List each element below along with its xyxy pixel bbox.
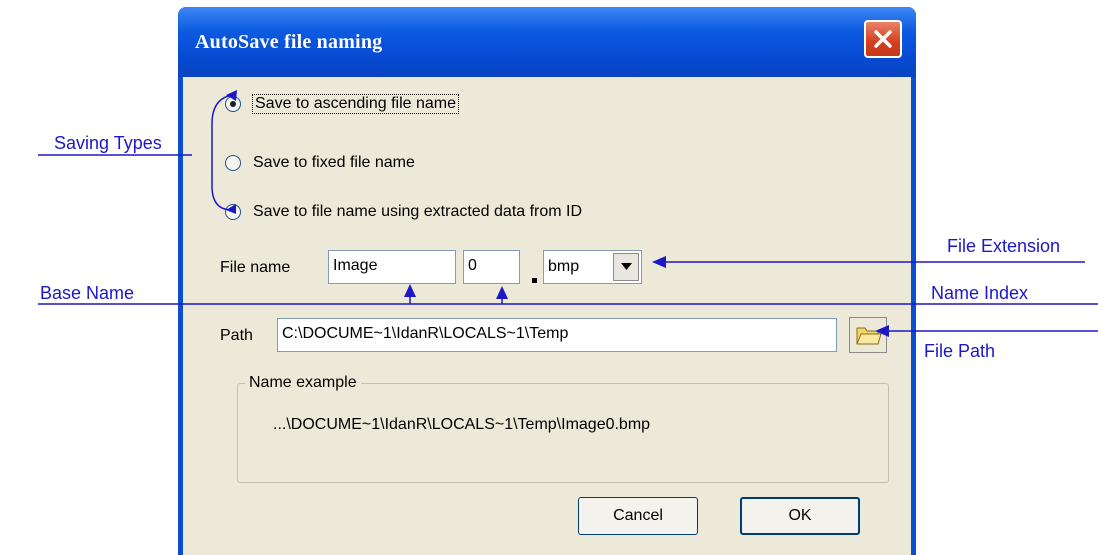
radio-ascending[interactable]: Save to ascending file name: [225, 90, 460, 118]
annotation-saving-types: Saving Types: [54, 133, 162, 153]
radio-fixed[interactable]: Save to fixed file name: [225, 149, 415, 177]
path-input[interactable]: C:\DOCUME~1\IdanR\LOCALS~1\Temp: [277, 318, 837, 352]
radio-label: Save to file name using extracted data f…: [253, 203, 583, 220]
ok-button[interactable]: OK: [740, 497, 860, 535]
extension-separator: [532, 278, 537, 283]
dialog-title: AutoSave file naming: [195, 31, 383, 53]
extension-select[interactable]: bmp: [543, 250, 642, 284]
radio-label: Save to ascending file name: [251, 94, 460, 114]
extension-value: bmp: [548, 258, 580, 275]
close-button[interactable]: [864, 20, 902, 58]
base-name-input[interactable]: Image: [328, 250, 456, 284]
radio-label: Save to fixed file name: [253, 154, 415, 171]
dialog-window: AutoSave file naming Save to ascending f…: [178, 7, 916, 555]
annotation-base-name: Base Name: [40, 283, 135, 303]
annotation-name-index: Name Index: [931, 283, 1029, 303]
file-name-label: File name: [220, 259, 291, 276]
radio-button[interactable]: [225, 204, 241, 220]
radio-button[interactable]: [225, 96, 241, 112]
radio-extracted[interactable]: Save to file name using extracted data f…: [225, 198, 582, 226]
browse-folder-button[interactable]: [849, 317, 887, 353]
name-index-input[interactable]: 0: [463, 250, 520, 284]
annotation-file-path: File Path: [924, 341, 996, 361]
title-bar[interactable]: AutoSave file naming: [178, 7, 916, 77]
dialog-body: Save to ascending file name Save to fixe…: [183, 77, 911, 555]
path-label: Path: [220, 327, 253, 344]
annotation-file-extension: File Extension: [947, 236, 1061, 256]
close-icon: [874, 30, 892, 48]
dropdown-button[interactable]: [613, 253, 639, 281]
name-example-title: Name example: [245, 374, 361, 392]
cancel-button[interactable]: Cancel: [578, 497, 698, 535]
chevron-down-icon: [621, 263, 632, 270]
radio-button[interactable]: [225, 155, 241, 171]
folder-icon: [856, 327, 882, 345]
name-example-value: ...\DOCUME~1\IdanR\LOCALS~1\Temp\Image0.…: [273, 416, 651, 433]
